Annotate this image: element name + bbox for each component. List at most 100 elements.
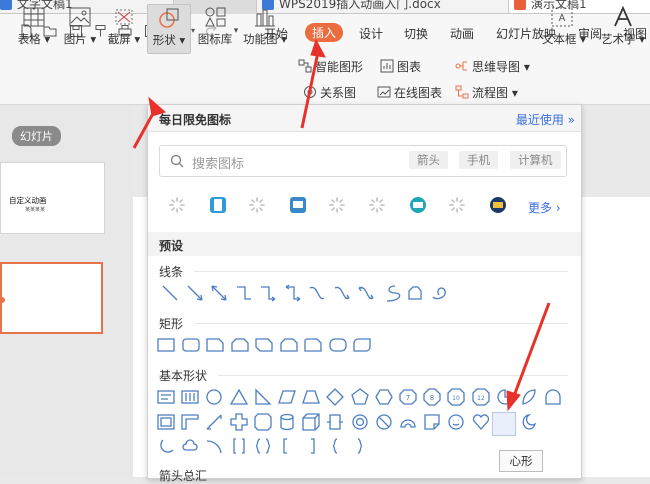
slide-thumbnail-1[interactable]: 自定义动画 某某某某	[0, 162, 105, 234]
menu-animation[interactable]: 动画	[450, 25, 474, 42]
rectangle-shape-4[interactable]	[230, 335, 250, 355]
basic-shape-36[interactable]	[204, 436, 224, 456]
basic-shape-8[interactable]	[325, 387, 345, 407]
basic-shape-22[interactable]	[253, 412, 273, 432]
basic-shape-11[interactable]: 7	[398, 387, 418, 407]
basic-shape-19[interactable]	[180, 412, 200, 432]
more-icons-link[interactable]: 更多 ›	[528, 199, 561, 216]
loading-spinner-icon	[249, 197, 265, 213]
icon-search-box[interactable]: 搜索图标 箭头 手机 计算机	[159, 145, 567, 177]
relation-chart-button[interactable]: 关系图	[303, 84, 356, 101]
basic-shape-4[interactable]	[229, 387, 249, 407]
search-chip-computer[interactable]: 计算机	[510, 151, 561, 169]
basic-shape-28[interactable]	[398, 412, 418, 432]
line-shape-2[interactable]	[185, 283, 205, 303]
laptop-app-icon[interactable]	[489, 196, 507, 214]
line-shape-7[interactable]	[307, 283, 327, 303]
basic-shape-35[interactable]	[180, 436, 200, 456]
online-chart-button[interactable]: 在线图表	[377, 84, 442, 101]
basic-shape-16[interactable]	[519, 387, 539, 407]
menu-design[interactable]: 设计	[359, 25, 383, 42]
rectangle-shape-1[interactable]	[156, 335, 176, 355]
basic-shape-13[interactable]: 10	[446, 387, 466, 407]
slide-thumbnail-2[interactable]	[0, 262, 103, 334]
basic-shape-30[interactable]	[446, 412, 466, 432]
basic-shape-6[interactable]	[277, 387, 297, 407]
basic-shape-40[interactable]	[301, 436, 321, 456]
search-chip-phone[interactable]: 手机	[459, 151, 498, 169]
rectangle-shape-5[interactable]	[254, 335, 274, 355]
basic-shape-17[interactable]	[543, 387, 563, 407]
line-shape-1[interactable]	[160, 283, 180, 303]
basic-shape-41[interactable]	[325, 436, 345, 456]
screen-app-icon[interactable]	[409, 196, 427, 214]
basic-shape-25[interactable]	[325, 412, 345, 432]
basic-shape-3[interactable]	[204, 387, 224, 407]
icon-library-button[interactable]: 图标库	[195, 4, 235, 52]
rectangle-shape-8[interactable]	[328, 335, 348, 355]
rectangle-shape-2[interactable]	[181, 335, 201, 355]
basic-shape-24[interactable]	[301, 412, 321, 432]
line-shape-6[interactable]	[283, 283, 303, 303]
basic-shape-10[interactable]	[374, 387, 394, 407]
basic-shape-39[interactable]	[277, 436, 297, 456]
basic-shape-31[interactable]	[471, 412, 491, 432]
table-button[interactable]: 表格 ▾	[14, 4, 54, 52]
slides-tab[interactable]: 幻灯片	[12, 126, 61, 146]
shape-button[interactable]: 形状 ▾	[147, 4, 191, 54]
picture-button[interactable]: 图片 ▾	[60, 4, 100, 52]
textbox-button[interactable]: A 文本框 ▾	[542, 4, 586, 52]
recent-used-link[interactable]: 最近使用 »	[516, 111, 575, 128]
basic-shape-5[interactable]	[253, 387, 273, 407]
basic-shape-20[interactable]	[204, 412, 224, 432]
art-text-label: 艺术字	[601, 32, 636, 46]
flowchart-button[interactable]: 流程图 ▾	[455, 84, 518, 101]
basic-shape-14[interactable]: 12	[471, 387, 491, 407]
mindmap-button[interactable]: 思维导图 ▾	[455, 58, 530, 75]
basic-shape-29[interactable]	[422, 412, 442, 432]
mindmap-label: 思维导图	[472, 60, 521, 74]
rectangle-shape-3[interactable]	[205, 335, 225, 355]
basic-shape-23[interactable]	[277, 412, 297, 432]
basic-shape-33[interactable]	[519, 412, 539, 432]
screenshot-button[interactable]: 截屏 ▾	[104, 4, 144, 52]
chart-button[interactable]: 图表	[380, 58, 421, 75]
basic-shape-7[interactable]	[301, 387, 321, 407]
basic-shape-26[interactable]	[350, 412, 370, 432]
basic-shape-21[interactable]	[229, 412, 249, 432]
basic-shape-27[interactable]	[374, 412, 394, 432]
basic-shape-9[interactable]	[350, 387, 370, 407]
smart-graphic-button[interactable]: 智能图形	[298, 58, 363, 75]
monitor-app-icon[interactable]	[289, 196, 307, 214]
rectangle-shape-7[interactable]	[303, 335, 323, 355]
relation-chart-icon	[304, 86, 316, 98]
line-shape-3[interactable]	[209, 283, 229, 303]
rectangles-section-title: 矩形	[159, 317, 184, 331]
basic-shape-2[interactable]	[180, 387, 200, 407]
menu-insert[interactable]: 插入	[305, 23, 344, 42]
rectangle-shape-6[interactable]	[279, 335, 299, 355]
line-shape-8[interactable]	[332, 283, 352, 303]
rectangle-shape-9[interactable]	[352, 335, 372, 355]
basic-shape-42[interactable]	[350, 436, 370, 456]
basic-shape-38[interactable]	[253, 436, 273, 456]
basic-shape-34[interactable]	[156, 436, 176, 456]
line-shape-11[interactable]	[405, 283, 425, 303]
loading-spinner-icon	[169, 197, 185, 213]
basic-shape-37[interactable]	[229, 436, 249, 456]
art-text-button[interactable]: 艺术字 ▾	[600, 4, 646, 52]
tablet-app-icon[interactable]	[209, 196, 227, 214]
line-shape-9[interactable]	[356, 283, 376, 303]
basic-shape-18[interactable]	[156, 412, 176, 432]
tab-docx-file[interactable]: WPS2019插入动画入门.docx	[256, 0, 516, 14]
search-chip-arrow[interactable]: 箭头	[409, 151, 448, 169]
basic-shape-12[interactable]: 8	[422, 387, 442, 407]
menu-transition[interactable]: 切换	[404, 25, 428, 42]
line-shape-10[interactable]	[381, 283, 401, 303]
basic-shape-15[interactable]	[495, 387, 515, 407]
line-shape-12[interactable]	[430, 283, 450, 303]
function-chart-button[interactable]: 功能图 ▾	[242, 4, 288, 52]
basic-shape-1[interactable]	[156, 387, 176, 407]
line-shape-4[interactable]	[234, 283, 254, 303]
line-shape-5[interactable]	[258, 283, 278, 303]
